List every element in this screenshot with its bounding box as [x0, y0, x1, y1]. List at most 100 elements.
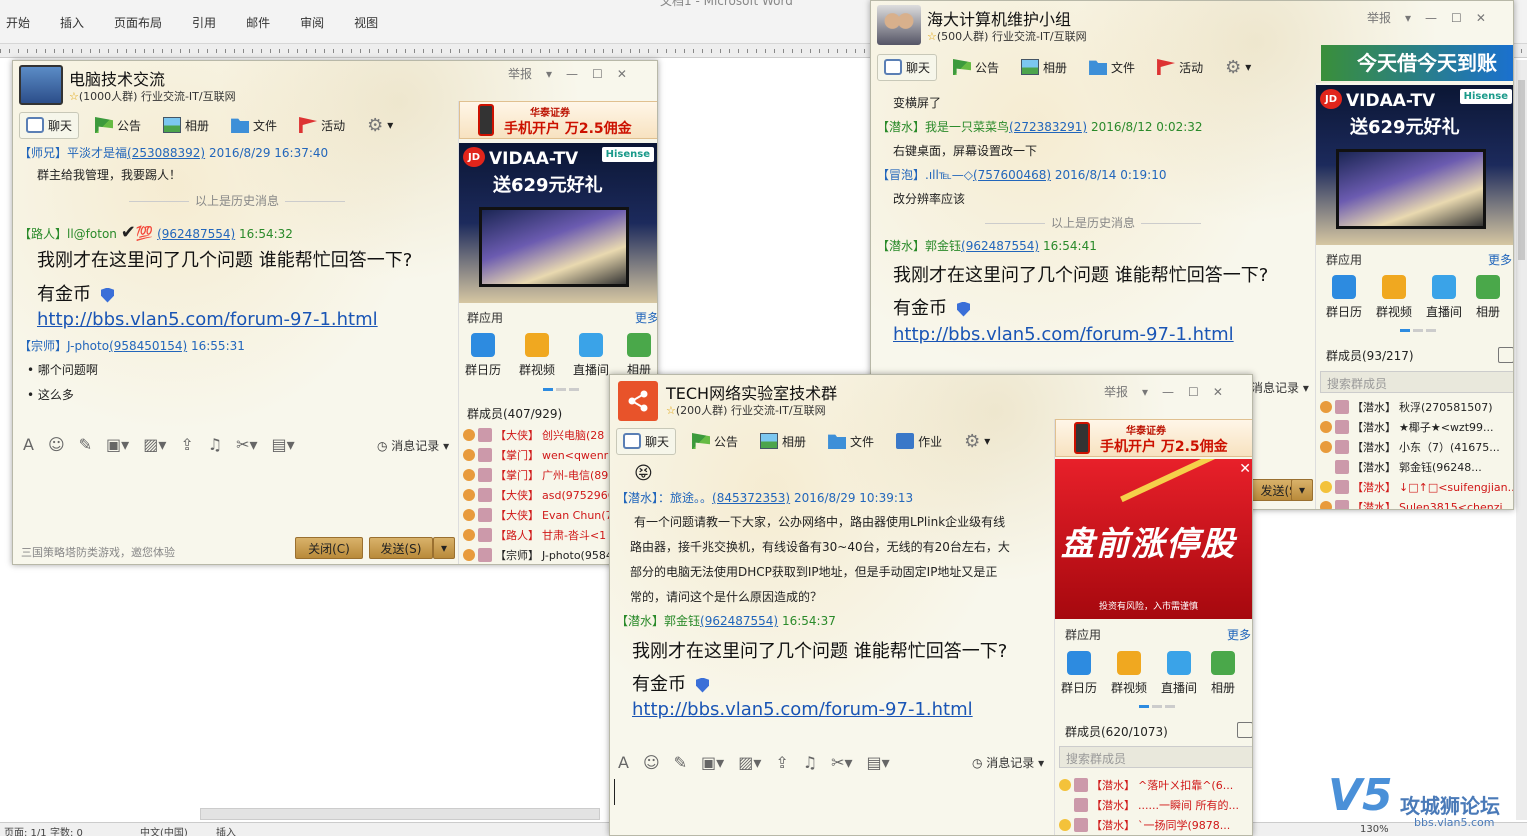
- music-icon[interactable]: ♫: [208, 435, 222, 454]
- report-button[interactable]: 举报: [1104, 383, 1128, 400]
- font-icon[interactable]: A: [618, 753, 629, 772]
- close-icon[interactable]: ✕: [1476, 11, 1486, 25]
- member-item[interactable]: 【大侠】 创兴电脑(28: [463, 427, 604, 443]
- message-link[interactable]: http://bbs.vlan5.com/forum-97-1.html: [893, 324, 1234, 345]
- group-avatar[interactable]: [877, 5, 921, 45]
- tab-activity[interactable]: 活动: [1151, 55, 1209, 80]
- dropdown-icon[interactable]: ▾: [1142, 385, 1148, 399]
- maximize-icon[interactable]: ☐: [1188, 385, 1199, 399]
- dropdown-icon[interactable]: ▾: [546, 67, 552, 81]
- message-link[interactable]: http://bbs.vlan5.com/forum-97-1.html: [37, 309, 378, 330]
- member-item[interactable]: 【潜水】 ......一瞬间 所有的...: [1059, 797, 1239, 813]
- search-icon[interactable]: [1498, 347, 1513, 363]
- broker-ad[interactable]: 华泰证券 手机开户 万2.5佣金: [459, 101, 657, 139]
- app-album[interactable]: 相册: [1211, 651, 1235, 696]
- dropdown-icon[interactable]: ▾: [1405, 11, 1411, 25]
- minimize-icon[interactable]: —: [1425, 11, 1437, 25]
- tab-chat[interactable]: 聊天: [616, 427, 677, 455]
- word-tab-home[interactable]: 开始: [6, 14, 30, 31]
- stock-ad[interactable]: ✕ 盘前涨停股 投资有风险，入市需谨慎: [1055, 459, 1252, 619]
- tab-activity[interactable]: 活动: [293, 113, 351, 138]
- magic-icon[interactable]: ✎: [79, 435, 92, 454]
- member-search-input[interactable]: 搜索群成员: [1059, 746, 1252, 768]
- tab-announcement[interactable]: 公告: [686, 429, 744, 454]
- minimize-icon[interactable]: —: [1162, 385, 1174, 399]
- screen-share-icon[interactable]: ▤▾: [272, 435, 295, 454]
- message-input[interactable]: [610, 775, 1050, 835]
- word-tab-insert[interactable]: 插入: [60, 14, 84, 31]
- apps-pager[interactable]: [1139, 705, 1175, 708]
- tab-chat[interactable]: 聊天: [877, 53, 938, 81]
- tab-album[interactable]: 相册: [1015, 55, 1073, 80]
- app-live[interactable]: 直播间: [1426, 275, 1462, 320]
- app-video[interactable]: 群视频: [1111, 651, 1147, 696]
- message-record-button[interactable]: ◷ 消息记录 ▾: [972, 754, 1044, 771]
- settings-menu[interactable]: ⚙ ▾: [958, 427, 996, 456]
- member-item[interactable]: 【潜水】 ^落叶ㄨ扣靠^(6...: [1059, 777, 1233, 793]
- member-search-input[interactable]: 搜索群成员: [1320, 371, 1513, 393]
- tv-ad[interactable]: JD Hisense VIDAA-TV 送629元好礼: [459, 143, 657, 303]
- image-icon[interactable]: ▨▾: [143, 435, 166, 454]
- member-item[interactable]: 【宗师】 J-photo(9584: [463, 547, 613, 563]
- member-item[interactable]: 【掌门】 广州-电信(89: [463, 467, 608, 483]
- minimize-icon[interactable]: —: [566, 67, 578, 81]
- app-video[interactable]: 群视频: [1376, 275, 1412, 320]
- tab-album[interactable]: 相册: [157, 113, 215, 138]
- gift-icon[interactable]: ▣▾: [701, 753, 724, 772]
- tab-album[interactable]: 相册: [754, 429, 812, 454]
- scissors-icon[interactable]: ✂▾: [236, 435, 257, 454]
- broker-ad[interactable]: 华泰证券 手机开户 万2.5佣金: [1055, 419, 1252, 457]
- member-item[interactable]: 【大侠】 asd(97529669: [463, 487, 622, 503]
- word-tab-layout[interactable]: 页面布局: [114, 14, 162, 31]
- member-item[interactable]: 【潜水】 小东（7）(41675...: [1320, 439, 1500, 455]
- app-calendar[interactable]: 群日历: [465, 333, 501, 378]
- scissors-icon[interactable]: ✂▾: [831, 753, 852, 772]
- word-horizontal-scrollbar[interactable]: [200, 808, 600, 820]
- message-record-button[interactable]: 消息记录 ▾: [1251, 379, 1309, 396]
- gift-icon[interactable]: ▣▾: [106, 435, 129, 454]
- app-live[interactable]: 直播间: [573, 333, 609, 378]
- magic-icon[interactable]: ✎: [674, 753, 687, 772]
- app-album[interactable]: 相册: [1476, 275, 1500, 320]
- word-tab-view[interactable]: 视图: [354, 14, 378, 31]
- music-icon[interactable]: ♫: [803, 753, 817, 772]
- app-live[interactable]: 直播间: [1161, 651, 1197, 696]
- tab-file[interactable]: 文件: [822, 429, 880, 454]
- send-options-button[interactable]: ▾: [433, 537, 455, 559]
- message-link[interactable]: http://bbs.vlan5.com/forum-97-1.html: [632, 699, 973, 720]
- member-item[interactable]: 【潜水】 `一扬同学(9878...: [1059, 817, 1230, 833]
- tab-chat[interactable]: 聊天: [19, 111, 80, 139]
- member-item[interactable]: 【潜水】 Sulen3815<chenzi...: [1320, 499, 1513, 509]
- upload-icon[interactable]: ⇪: [775, 753, 788, 772]
- word-tab-references[interactable]: 引用: [192, 14, 216, 31]
- tab-announcement[interactable]: 公告: [947, 55, 1005, 80]
- upload-icon[interactable]: ⇪: [180, 435, 193, 454]
- emoji-icon[interactable]: ☺: [48, 435, 65, 454]
- close-icon[interactable]: ✕: [617, 67, 627, 81]
- screen-share-icon[interactable]: ▤▾: [867, 753, 890, 772]
- member-item[interactable]: 【掌门】 wen<qwenr: [463, 447, 608, 463]
- word-tab-review[interactable]: 审阅: [300, 14, 324, 31]
- close-button[interactable]: 关闭(C): [295, 537, 363, 559]
- group-avatar[interactable]: [618, 381, 658, 421]
- member-item[interactable]: 【潜水】 ↓□↑□<suifengjian...: [1320, 479, 1513, 495]
- font-icon[interactable]: A: [23, 435, 34, 454]
- image-icon[interactable]: ▨▾: [738, 753, 761, 772]
- apps-pager[interactable]: [543, 388, 579, 391]
- more-apps-link[interactable]: 更多: [1488, 251, 1512, 268]
- app-calendar[interactable]: 群日历: [1061, 651, 1097, 696]
- settings-menu[interactable]: ⚙ ▾: [361, 111, 399, 140]
- emoji-icon[interactable]: ☺: [643, 753, 660, 772]
- word-tab-mailings[interactable]: 邮件: [246, 14, 270, 31]
- more-apps-link[interactable]: 更多: [635, 309, 657, 326]
- close-icon[interactable]: ✕: [1213, 385, 1223, 399]
- tv-ad[interactable]: JD Hisense VIDAA-TV 送629元好礼: [1316, 85, 1513, 245]
- close-ad-icon[interactable]: ✕: [1239, 461, 1251, 477]
- member-item[interactable]: 【路人】 甘肃-沓斗<1: [463, 527, 606, 543]
- member-item[interactable]: 【潜水】 郭金钰(96248...: [1320, 459, 1482, 475]
- apps-pager[interactable]: [1400, 329, 1436, 332]
- settings-menu[interactable]: ⚙ ▾: [1219, 53, 1257, 82]
- game-hint[interactable]: 三国策略塔防类游戏，邀您体验: [21, 544, 175, 560]
- search-icon[interactable]: [1237, 722, 1252, 738]
- send-button[interactable]: 发送(S): [369, 537, 433, 559]
